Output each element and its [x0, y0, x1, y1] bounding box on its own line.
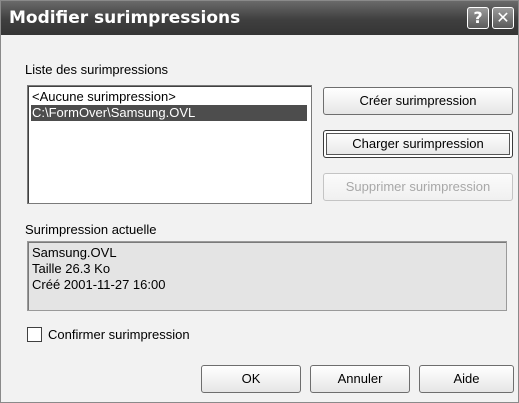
title-bar: Modifier surimpressions ? ✕ [1, 1, 518, 35]
overlay-list-label: Liste des surimpressions [25, 62, 169, 77]
list-item-none[interactable]: <Aucune surimpression> [32, 89, 176, 105]
current-overlay-info: Samsung.OVL Taille 26.3 Ko Créé 2001-11-… [27, 241, 507, 311]
delete-overlay-button[interactable]: Supprimer surimpression [323, 173, 513, 201]
current-overlay-size: Taille 26.3 Ko [32, 261, 111, 276]
ok-button[interactable]: OK [201, 365, 301, 393]
current-overlay-created: Créé 2001-11-27 16:00 [32, 277, 166, 292]
current-overlay-name: Samsung.OVL [32, 245, 117, 260]
confirm-overlay-checkbox[interactable] [27, 327, 42, 342]
confirm-overlay-label[interactable]: Confirmer surimpression [48, 327, 190, 342]
close-icon[interactable]: ✕ [492, 7, 514, 29]
help-icon[interactable]: ? [467, 7, 489, 29]
list-item-samsung-ovl[interactable]: C:\FormOver\Samsung.OVL [31, 105, 307, 121]
overlay-listbox[interactable]: <Aucune surimpression> C:\FormOver\Samsu… [27, 85, 312, 204]
current-overlay-label: Surimpression actuelle [25, 222, 157, 237]
cancel-button[interactable]: Annuler [310, 365, 410, 393]
modify-overlays-dialog: Modifier surimpressions ? ✕ Liste des su… [0, 0, 519, 403]
load-overlay-button[interactable]: Charger surimpression [323, 130, 513, 158]
create-overlay-button[interactable]: Créer surimpression [323, 87, 513, 115]
help-button[interactable]: Aide [419, 365, 514, 393]
dialog-title: Modifier surimpressions [9, 8, 241, 28]
